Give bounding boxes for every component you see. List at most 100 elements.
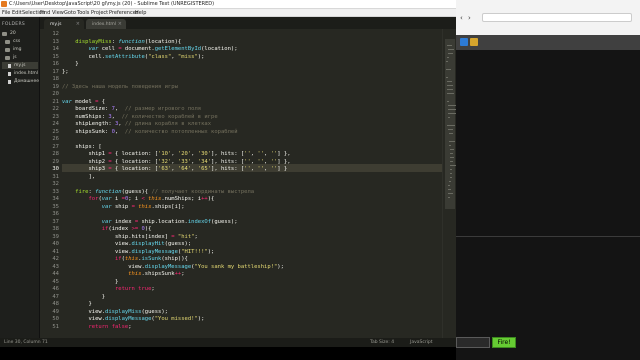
minimap-line <box>447 81 452 82</box>
menu-help[interactable]: Help <box>135 10 146 16</box>
forward-icon[interactable]: › <box>468 14 471 22</box>
code-line: shipsSunk: 0, // количество потопленных … <box>62 128 238 135</box>
status-tab-size[interactable]: Tab Size: 4 <box>370 340 394 345</box>
desktop: C:\Users\User\Desktop\JavaScript\20 gl\m… <box>0 0 640 360</box>
line-number: 45 <box>52 278 59 285</box>
line-number: 22 <box>52 106 59 112</box>
address-bar[interactable] <box>482 13 632 22</box>
status-syntax[interactable]: JavaScript <box>410 340 433 345</box>
code-line: ship1 = { location: ['10', '20', '30'], … <box>62 151 291 157</box>
sidebar-item-folder-20[interactable]: 20 <box>2 30 16 37</box>
tab-my-js[interactable]: my.js × <box>44 19 84 29</box>
code-editor[interactable]: displayMiss: function(location){ var cel… <box>62 29 442 338</box>
code-line: view.displayMessage("You sank my battles… <box>62 263 284 270</box>
code-line: }; <box>62 68 69 75</box>
code-line: view.displayMiss(guess); <box>62 308 168 315</box>
window-title: C:\Users\User\Desktop\JavaScript\20 gl\m… <box>9 1 215 7</box>
folder-icon <box>2 31 7 36</box>
line-number: 49 <box>52 308 59 315</box>
line-number: 18 <box>52 76 59 82</box>
menu-edit[interactable]: Edit <box>12 10 22 16</box>
sidebar-item-folder-js[interactable]: js <box>5 54 17 61</box>
line-number: 16 <box>52 61 59 67</box>
code-line: var cell = document.getElementById(locat… <box>88 46 238 52</box>
line-number: 42 <box>52 256 59 262</box>
bookmarks-bar <box>456 35 640 50</box>
minimap-line <box>450 149 454 150</box>
folder-icon <box>5 39 10 44</box>
line-number: 51 <box>52 323 59 330</box>
line-number: 41 <box>52 248 59 255</box>
sidebar-item-folder-css[interactable]: css <box>5 38 20 45</box>
tab-label: index.html <box>92 21 116 27</box>
line-number: 14 <box>52 46 59 52</box>
close-icon[interactable]: × <box>118 21 122 27</box>
sidebar-item-my-js[interactable]: my.js <box>2 62 38 69</box>
tab-index-html[interactable]: index.html × <box>86 19 126 29</box>
minimap[interactable] <box>442 29 457 338</box>
line-number: 13 <box>52 38 59 45</box>
line-number: 40 <box>52 241 59 247</box>
menu-project[interactable]: Project <box>91 10 108 16</box>
code-line: return false; <box>88 323 132 330</box>
minimap-line <box>446 77 448 78</box>
bookmark-icon[interactable] <box>470 38 478 46</box>
line-number: 37 <box>52 218 59 225</box>
minimap-line <box>448 117 450 118</box>
minimap-line <box>446 61 448 62</box>
code-line: } <box>62 61 79 67</box>
sidebar-item-label: Домашнее з <box>14 79 43 84</box>
code-line: cell.setAttribute("class", "miss"); <box>62 53 205 60</box>
status-position: Line 30, Column 71 <box>4 340 48 345</box>
menu-preferences[interactable]: Preferences <box>109 10 138 16</box>
line-number: 21 <box>52 98 59 105</box>
close-icon[interactable]: × <box>76 21 80 27</box>
minimap-line <box>447 45 452 46</box>
line-number: 44 <box>52 271 59 277</box>
sublime-logo-icon <box>1 1 7 7</box>
line-number: 12 <box>52 31 59 37</box>
code-line: for(var i =0; i < this.numShips; i++){ <box>88 196 215 202</box>
menu-goto[interactable]: Goto <box>64 10 76 16</box>
menu-file[interactable]: File <box>2 10 10 16</box>
code-line: } <box>62 293 106 300</box>
minimap-line <box>448 129 453 130</box>
sidebar-item-label: index.html <box>14 71 38 76</box>
guess-input[interactable] <box>456 337 490 348</box>
line-number: 17 <box>52 68 59 75</box>
code-line: shipLength: 3, // длина корабля в клетка… <box>62 121 212 127</box>
minimap-line <box>450 169 452 170</box>
sidebar-item-label: 20 <box>10 31 16 36</box>
code-line: return true; <box>114 286 155 292</box>
line-number: 34 <box>52 196 59 202</box>
menu-view[interactable]: View <box>52 10 64 16</box>
tab-bar: my.js × index.html × <box>40 17 456 29</box>
title-bar[interactable]: C:\Users\User\Desktop\JavaScript\20 gl\m… <box>0 0 456 9</box>
sidebar-item-homework[interactable]: Домашнее з <box>2 78 43 85</box>
code-line: var model = { <box>62 98 106 105</box>
menu-find[interactable]: Find <box>40 10 50 16</box>
back-icon[interactable]: ‹ <box>460 14 463 22</box>
line-number: 50 <box>52 316 59 322</box>
code-line: var index = ship.location.indexOf(guess)… <box>101 218 238 225</box>
sidebar-item-label: css <box>13 39 21 44</box>
file-icon <box>8 79 11 84</box>
sidebar-item-folder-img[interactable]: img <box>5 46 22 53</box>
line-number: 39 <box>52 233 59 240</box>
minimap-line <box>448 193 453 194</box>
minimap-line <box>447 85 453 86</box>
bookmark-icon[interactable] <box>460 38 468 46</box>
minimap-line <box>449 133 453 134</box>
sidebar-item-label: img <box>13 47 22 52</box>
menu-tools[interactable]: Tools <box>77 10 89 16</box>
minimap-viewport[interactable] <box>445 39 455 209</box>
fire-button[interactable]: Fire! <box>492 337 516 348</box>
sidebar-item-index-html[interactable]: index.html <box>2 70 38 77</box>
battleship-game-area[interactable]: Fire! <box>456 50 640 360</box>
minimap-line <box>447 93 454 94</box>
code-line: displayMiss: function(location){ <box>75 38 182 45</box>
sidebar-item-label: js <box>13 55 17 60</box>
minimap-line <box>450 153 453 154</box>
code-line: ship.hits[index] = "hit"; <box>62 233 198 240</box>
code-line: view.displayHit(guess); <box>62 241 192 247</box>
